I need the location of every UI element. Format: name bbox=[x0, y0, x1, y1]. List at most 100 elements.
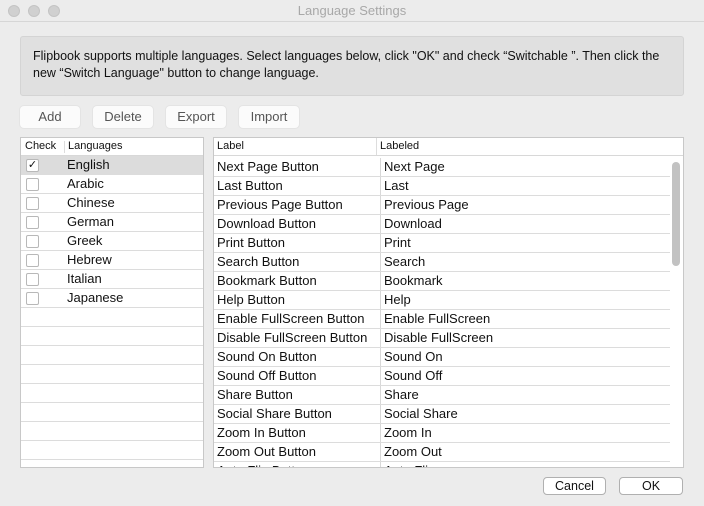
add-button[interactable]: Add bbox=[20, 106, 80, 128]
empty-row bbox=[21, 384, 203, 403]
label-row[interactable]: Zoom Out Button Zoom Out bbox=[214, 443, 670, 462]
language-checkbox[interactable] bbox=[26, 178, 39, 191]
label-row[interactable]: Help Button Help bbox=[214, 291, 670, 310]
labeled-cell[interactable]: Sound On bbox=[380, 348, 443, 366]
label-row[interactable]: Social Share Button Social Share bbox=[214, 405, 670, 424]
label-cell: Sound On Button bbox=[217, 349, 317, 364]
label-cell: Last Button bbox=[217, 178, 283, 193]
languages-table: Check Languages ✓ English Arabic Chinese Ger… bbox=[20, 137, 204, 468]
ok-button[interactable]: OK bbox=[619, 477, 683, 495]
label-cell: Next Page Button bbox=[217, 159, 319, 174]
labeled-cell[interactable]: Zoom Out bbox=[380, 443, 442, 461]
label-cell: Social Share Button bbox=[217, 406, 332, 421]
labeled-cell[interactable]: Previous Page bbox=[380, 196, 469, 214]
label-cell: Print Button bbox=[217, 235, 285, 250]
label-row[interactable]: Sound On Button Sound On bbox=[214, 348, 670, 367]
empty-row bbox=[21, 346, 203, 365]
label-cell: Download Button bbox=[217, 216, 317, 231]
language-row[interactable]: Italian bbox=[21, 270, 203, 289]
label-row[interactable]: Last Button Last bbox=[214, 177, 670, 196]
label-row[interactable]: Zoom In Button Zoom In bbox=[214, 424, 670, 443]
label-cell: Share Button bbox=[217, 387, 293, 402]
close-window-button[interactable] bbox=[8, 5, 20, 17]
label-cell: Search Button bbox=[217, 254, 300, 269]
language-checkbox[interactable] bbox=[26, 235, 39, 248]
labels-table-header: Label Labeled bbox=[214, 138, 683, 156]
label-row[interactable]: Download Button Download bbox=[214, 215, 670, 234]
import-button[interactable]: Import bbox=[239, 106, 299, 128]
language-checkbox[interactable]: ✓ bbox=[26, 159, 39, 172]
delete-button[interactable]: Delete bbox=[93, 106, 153, 128]
language-row[interactable]: ✓ English bbox=[21, 156, 203, 175]
check-column-header[interactable]: Check bbox=[25, 138, 56, 155]
label-row[interactable]: Search Button Search bbox=[214, 253, 670, 272]
language-checkbox[interactable] bbox=[26, 197, 39, 210]
labeled-cell[interactable]: Download bbox=[380, 215, 442, 233]
language-row[interactable]: Greek bbox=[21, 232, 203, 251]
labeled-cell[interactable]: Enable FullScreen bbox=[380, 310, 490, 328]
label-row[interactable]: Sound Off Button Sound Off bbox=[214, 367, 670, 386]
language-name: Greek bbox=[67, 233, 103, 248]
labels-table: Label Labeled Next Page Button Next Page L… bbox=[213, 137, 684, 468]
labeled-cell[interactable]: Next Page bbox=[380, 158, 445, 176]
empty-row bbox=[21, 365, 203, 384]
language-name: Chinese bbox=[67, 195, 115, 210]
language-name: Italian bbox=[67, 271, 102, 286]
scrollbar[interactable] bbox=[672, 162, 680, 266]
label-cell: Sound Off Button bbox=[217, 368, 317, 383]
language-name: Arabic bbox=[67, 176, 104, 191]
label-row[interactable]: Auto Flip Button Auto Flip bbox=[214, 462, 670, 467]
label-row[interactable]: Previous Page Button Previous Page bbox=[214, 196, 670, 215]
cancel-button[interactable]: Cancel bbox=[543, 477, 606, 495]
label-row[interactable]: Next Page Button Next Page bbox=[214, 158, 670, 177]
language-row[interactable]: Arabic bbox=[21, 175, 203, 194]
language-checkbox[interactable] bbox=[26, 216, 39, 229]
label-row[interactable]: Bookmark Button Bookmark bbox=[214, 272, 670, 291]
label-cell: Zoom In Button bbox=[217, 425, 306, 440]
label-row[interactable]: Disable FullScreen Button Disable FullScr… bbox=[214, 329, 670, 348]
labeled-cell[interactable]: Help bbox=[380, 291, 411, 309]
labeled-cell[interactable]: Print bbox=[380, 234, 411, 252]
language-checkbox[interactable] bbox=[26, 254, 39, 267]
labeled-cell[interactable]: Zoom In bbox=[380, 424, 432, 442]
language-name: English bbox=[67, 157, 110, 172]
zoom-window-button[interactable] bbox=[48, 5, 60, 17]
label-cell: Auto Flip Button bbox=[217, 462, 310, 467]
language-row[interactable]: Chinese bbox=[21, 194, 203, 213]
empty-row bbox=[21, 327, 203, 346]
labeled-cell[interactable]: Bookmark bbox=[380, 272, 443, 290]
export-button[interactable]: Export bbox=[166, 106, 226, 128]
empty-row bbox=[21, 403, 203, 422]
empty-row bbox=[21, 441, 203, 460]
labeled-cell[interactable]: Social Share bbox=[380, 405, 458, 423]
label-cell: Previous Page Button bbox=[217, 197, 343, 212]
language-row[interactable]: German bbox=[21, 213, 203, 232]
language-name: Hebrew bbox=[67, 252, 112, 267]
minimize-window-button[interactable] bbox=[28, 5, 40, 17]
labeled-cell[interactable]: Disable FullScreen bbox=[380, 329, 493, 347]
empty-row bbox=[21, 422, 203, 441]
info-text: Flipbook supports multiple languages. Se… bbox=[20, 36, 684, 96]
language-row[interactable]: Japanese bbox=[21, 289, 203, 308]
labeled-cell[interactable]: Sound Off bbox=[380, 367, 442, 385]
languages-table-header: Check Languages bbox=[21, 138, 203, 156]
labeled-column-header[interactable]: Labeled bbox=[376, 138, 419, 155]
labeled-cell[interactable]: Auto Flip bbox=[380, 462, 435, 467]
languages-column-header[interactable]: Languages bbox=[68, 138, 122, 155]
language-checkbox[interactable] bbox=[26, 273, 39, 286]
labeled-cell[interactable]: Last bbox=[380, 177, 409, 195]
label-row[interactable]: Share Button Share bbox=[214, 386, 670, 405]
label-column-header[interactable]: Label bbox=[217, 138, 244, 155]
label-cell: Disable FullScreen Button bbox=[217, 330, 368, 345]
language-name: German bbox=[67, 214, 114, 229]
label-cell: Help Button bbox=[217, 292, 285, 307]
label-row[interactable]: Enable FullScreen Button Enable FullScree… bbox=[214, 310, 670, 329]
label-cell: Enable FullScreen Button bbox=[217, 311, 365, 326]
language-row[interactable]: Hebrew bbox=[21, 251, 203, 270]
empty-row bbox=[21, 308, 203, 327]
label-row[interactable]: Print Button Print bbox=[214, 234, 670, 253]
labeled-cell[interactable]: Search bbox=[380, 253, 425, 271]
labeled-cell[interactable]: Share bbox=[380, 386, 419, 404]
label-cell: Bookmark Button bbox=[217, 273, 317, 288]
language-checkbox[interactable] bbox=[26, 292, 39, 305]
